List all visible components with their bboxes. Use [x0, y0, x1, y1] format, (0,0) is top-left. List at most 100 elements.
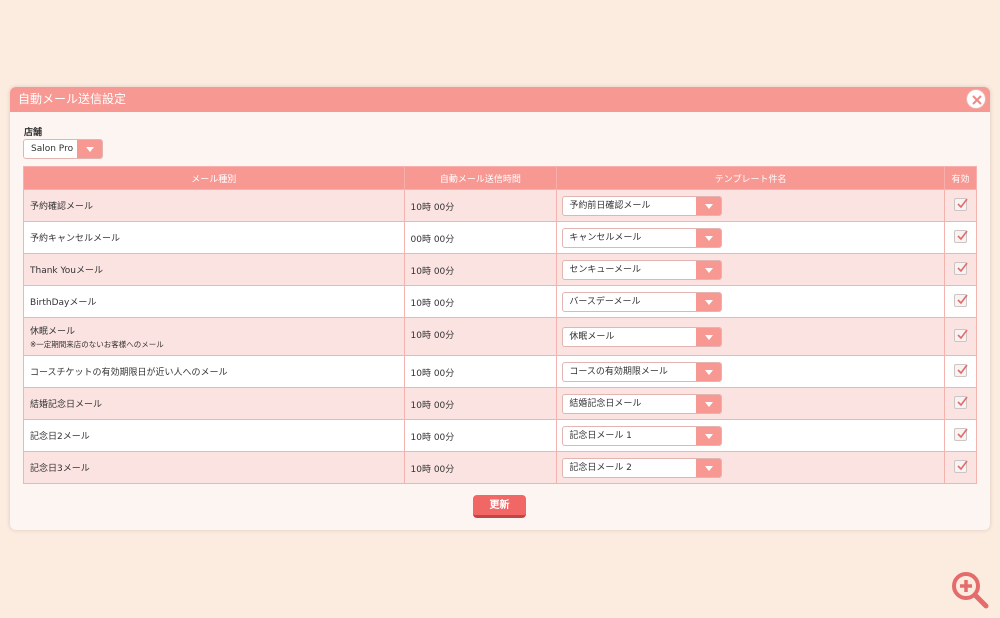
enabled-cell — [943, 285, 978, 318]
chevron-down-icon — [696, 426, 722, 445]
template-cell: 休眠メール — [556, 317, 945, 356]
dialog-header: 自動メール送信設定 — [10, 87, 990, 112]
header-template: テンプレート件名 — [556, 166, 945, 190]
enabled-cell — [943, 419, 978, 452]
send-time-cell: 10時 00分 — [403, 317, 558, 356]
template-select-value: 記念日メール 2 — [569, 462, 632, 473]
template-select-value: 記念日メール 1 — [569, 430, 632, 441]
checkmark-icon — [957, 460, 968, 470]
template-select-value: コースの有効期限メール — [569, 366, 668, 377]
template-select[interactable]: センキューメール — [562, 259, 723, 280]
table-row: 予約確認メール 10時 00分 予約前日確認メール — [23, 189, 978, 222]
store-select[interactable]: Salon Pro — [23, 139, 103, 159]
template-select[interactable]: 結婚記念日メール — [562, 393, 723, 414]
table-header-row: メール種別 自動メール送信時間 テンプレート件名 有効 — [23, 166, 978, 190]
enabled-checkbox[interactable] — [953, 261, 968, 275]
header-enabled: 有効 — [943, 166, 978, 190]
mail-type-label: 記念日2メール — [30, 432, 90, 442]
checkmark-icon — [957, 428, 968, 438]
enabled-checkbox[interactable] — [953, 363, 968, 377]
enabled-checkbox[interactable] — [953, 328, 968, 342]
dialog-title: 自動メール送信設定 — [18, 92, 127, 106]
template-select[interactable]: 休眠メール — [562, 326, 723, 347]
send-time-cell: 10時 00分 — [403, 285, 558, 318]
send-time-cell: 10時 00分 — [403, 451, 558, 484]
enabled-checkbox[interactable] — [953, 395, 968, 409]
close-icon — [972, 95, 982, 105]
template-select-value: センキューメール — [569, 264, 641, 275]
template-cell: センキューメール — [556, 253, 945, 286]
table-row: BirthDayメール 10時 00分 バースデーメール — [23, 285, 978, 318]
update-button[interactable]: 更新 — [473, 495, 526, 518]
chevron-down-icon — [696, 260, 722, 279]
chevron-down-icon — [696, 196, 722, 215]
chevron-down-icon — [696, 292, 722, 311]
template-cell: 予約前日確認メール — [556, 189, 945, 222]
enabled-checkbox[interactable] — [953, 459, 968, 473]
send-time-cell: 10時 00分 — [403, 253, 558, 286]
enabled-checkbox[interactable] — [953, 197, 968, 211]
store-select-value: Salon Pro — [31, 144, 74, 154]
mail-type-cell: 予約キャンセルメール — [23, 221, 405, 254]
chevron-down-icon — [696, 327, 722, 346]
template-select[interactable]: バースデーメール — [562, 291, 723, 312]
template-cell: 記念日メール 1 — [556, 419, 945, 452]
mail-type-label: 記念日3メール — [30, 464, 90, 474]
table-row: コースチケットの有効期限日が近い人へのメール 10時 00分 コースの有効期限メ… — [23, 355, 978, 388]
auto-mail-settings-dialog: 自動メール送信設定 店舗 Salon Pro メール種別 自動メール送信時間 テ… — [10, 87, 990, 530]
enabled-cell — [943, 451, 978, 484]
enabled-checkbox[interactable] — [953, 229, 968, 243]
checkmark-icon — [957, 364, 968, 374]
template-select[interactable]: 予約前日確認メール — [562, 195, 723, 216]
mail-settings-table: メール種別 自動メール送信時間 テンプレート件名 有効 予約確認メール 10時 … — [23, 166, 978, 484]
mail-type-cell: 記念日3メール — [23, 451, 405, 484]
checkmark-icon — [957, 294, 968, 304]
template-select-value: 結婚記念日メール — [569, 398, 642, 409]
header-send-time: 自動メール送信時間 — [403, 166, 558, 190]
enabled-cell — [943, 317, 978, 356]
mail-type-cell: BirthDayメール — [23, 285, 405, 318]
zoom-in-icon[interactable] — [950, 570, 992, 610]
chevron-down-icon — [696, 362, 722, 381]
mail-type-label: 予約確認メール — [30, 202, 94, 212]
send-time-cell: 10時 00分 — [403, 387, 558, 420]
mail-type-cell: Thank Youメール — [23, 253, 405, 286]
enabled-checkbox[interactable] — [953, 427, 968, 441]
chevron-down-icon — [77, 140, 102, 158]
mail-type-cell: 結婚記念日メール — [23, 387, 405, 420]
template-cell: 結婚記念日メール — [556, 387, 945, 420]
chevron-down-icon — [696, 458, 722, 477]
mail-type-cell: 休眠メール ※一定期間来店のないお客様へのメール — [23, 317, 405, 356]
checkmark-icon — [957, 396, 968, 406]
checkmark-icon — [957, 198, 968, 208]
enabled-checkbox[interactable] — [953, 293, 968, 307]
table-row: 休眠メール ※一定期間来店のないお客様へのメール 10時 00分 休眠メール — [23, 317, 978, 356]
template-cell: キャンセルメール — [556, 221, 945, 254]
enabled-cell — [943, 355, 978, 388]
template-select[interactable]: コースの有効期限メール — [562, 361, 723, 382]
checkmark-icon — [957, 262, 968, 272]
table-row: Thank Youメール 10時 00分 センキューメール — [23, 253, 978, 286]
send-time-cell: 10時 00分 — [403, 419, 558, 452]
header-mail-type: メール種別 — [23, 166, 405, 190]
table-row: 予約キャンセルメール 00時 00分 キャンセルメール — [23, 221, 978, 254]
close-button[interactable] — [966, 89, 986, 109]
chevron-down-icon — [696, 228, 722, 247]
template-select-value: バースデーメール — [569, 296, 641, 307]
mail-type-label: 休眠メール — [30, 326, 76, 337]
mail-type-cell: コースチケットの有効期限日が近い人へのメール — [23, 355, 405, 388]
template-select[interactable]: キャンセルメール — [562, 227, 723, 248]
mail-type-label: Thank Youメール — [30, 266, 104, 276]
enabled-cell — [943, 253, 978, 286]
template-select-value: 休眠メール — [569, 331, 615, 342]
template-select[interactable]: 記念日メール 1 — [562, 425, 723, 446]
enabled-cell — [943, 387, 978, 420]
template-select-value: キャンセルメール — [569, 232, 642, 243]
send-time-cell: 10時 00分 — [403, 355, 558, 388]
template-cell: 記念日メール 2 — [556, 451, 945, 484]
checkmark-icon — [957, 329, 968, 339]
template-select[interactable]: 記念日メール 2 — [562, 457, 723, 478]
store-label: 店舗 — [24, 128, 43, 138]
checkmark-icon — [957, 230, 968, 240]
send-time-cell: 00時 00分 — [403, 221, 558, 254]
